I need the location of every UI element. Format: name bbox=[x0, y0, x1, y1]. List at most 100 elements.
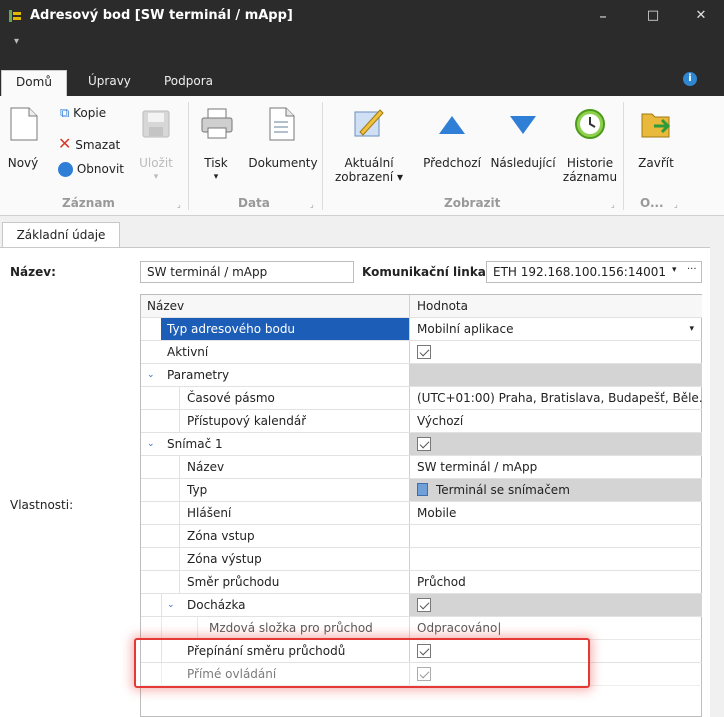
prop-value[interactable]: (UTC+01:00) Praha, Bratislava, Budapešť,… bbox=[409, 387, 702, 409]
terminal-icon bbox=[417, 483, 428, 496]
properties-label: Vlastnosti: bbox=[10, 498, 74, 512]
prop-name: Typ bbox=[187, 483, 208, 497]
prop-value[interactable] bbox=[409, 525, 702, 547]
documents-button[interactable]: Dokumenty bbox=[248, 102, 318, 184]
comm-line-dropdown-icon[interactable]: ▾ bbox=[672, 265, 677, 275]
name-label: Název: bbox=[10, 265, 56, 279]
ribbon: Nový ⧉ Kopie ✕ Smazat Obnovit Uložit ▾ Z… bbox=[0, 96, 724, 216]
delete-button[interactable]: ✕ Smazat bbox=[58, 134, 120, 153]
info-icon[interactable]: i bbox=[683, 72, 697, 86]
next-button-label: Následující bbox=[490, 156, 556, 170]
comm-line-value: ETH 192.168.100.156:14001 bbox=[493, 265, 667, 279]
tab-domu[interactable]: Domů bbox=[1, 70, 67, 96]
prop-value[interactable]: Terminál se snímačem bbox=[409, 479, 702, 501]
expand-chevron-icon[interactable]: ⌄ bbox=[167, 594, 175, 616]
maximize-button[interactable]: □ bbox=[630, 0, 676, 32]
copy-button[interactable]: ⧉ Kopie bbox=[60, 106, 106, 121]
grid-row[interactable]: Hlášení Mobile bbox=[141, 502, 702, 525]
prop-value[interactable] bbox=[409, 548, 702, 570]
qat-dropdown-icon[interactable]: ▾ bbox=[14, 36, 19, 47]
grid-row[interactable]: ⌄ Docházka bbox=[141, 594, 702, 617]
prop-value-dropdown[interactable]: Mobilní aplikace ▾ bbox=[409, 318, 702, 340]
grid-row[interactable]: Aktivní bbox=[141, 341, 702, 364]
grid-row[interactable]: Směr průchodu Průchod bbox=[141, 571, 702, 594]
prop-value[interactable]: Mobile bbox=[409, 502, 702, 524]
prop-value[interactable]: SW terminál / mApp bbox=[409, 456, 702, 478]
checkbox-checked-icon[interactable] bbox=[417, 436, 431, 451]
comm-line-select[interactable]: ETH 192.168.100.156:14001 bbox=[486, 261, 702, 283]
grid-row[interactable]: ⌄ Parametry bbox=[141, 364, 702, 387]
prop-value-text: Terminál se snímačem bbox=[436, 483, 570, 497]
checkbox-checked-icon[interactable] bbox=[417, 597, 431, 612]
prop-value[interactable]: Výchozí bbox=[409, 410, 702, 432]
grid-row[interactable]: Typ Terminál se snímačem bbox=[141, 479, 702, 502]
prop-name: Název bbox=[187, 460, 225, 474]
comm-line-ellipsis-button[interactable]: ··· bbox=[687, 264, 697, 275]
grid-row[interactable]: Název SW terminál / mApp bbox=[141, 456, 702, 479]
close-button[interactable]: ✕ bbox=[678, 0, 724, 32]
grid-row[interactable]: Přístupový kalendář Výchozí bbox=[141, 410, 702, 433]
folder-exit-icon bbox=[641, 113, 671, 138]
grid-row[interactable]: Časové pásmo (UTC+01:00) Praha, Bratisla… bbox=[141, 387, 702, 410]
group-separator bbox=[188, 102, 189, 210]
prop-name: Směr průchodu bbox=[187, 575, 280, 589]
print-button-label: Tisk bbox=[204, 156, 228, 170]
grid-row[interactable]: Zóna výstup bbox=[141, 548, 702, 571]
save-button[interactable]: Uložit ▾ bbox=[136, 102, 176, 184]
prop-value-checkbox[interactable] bbox=[409, 433, 702, 455]
delete-icon: ✕ bbox=[58, 134, 72, 153]
printer-icon bbox=[201, 108, 233, 139]
scrollbar[interactable] bbox=[710, 247, 724, 717]
view-edit-icon bbox=[354, 109, 384, 137]
expand-chevron-icon[interactable]: ⌄ bbox=[147, 433, 155, 455]
refresh-button[interactable]: Obnovit bbox=[58, 162, 124, 177]
close-record-label: Zavřít bbox=[638, 156, 674, 170]
current-view-button[interactable]: Aktuální zobrazení ▾ bbox=[332, 102, 406, 184]
prop-value[interactable]: Odpracováno| bbox=[409, 617, 702, 639]
name-input[interactable]: SW terminál / mApp bbox=[140, 261, 354, 283]
prop-value-checkbox[interactable] bbox=[409, 594, 702, 616]
tab-zakladni-udaje[interactable]: Základní údaje bbox=[2, 222, 120, 248]
zaznam-launcher-icon[interactable]: ⌟ bbox=[177, 200, 181, 209]
copy-button-label: Kopie bbox=[73, 106, 107, 120]
checkbox-checked-icon[interactable] bbox=[417, 344, 431, 359]
history-button[interactable]: Historie záznamu bbox=[562, 102, 618, 184]
arrow-down-icon bbox=[510, 116, 536, 134]
next-button[interactable]: Následující bbox=[488, 102, 558, 184]
title-bar: Adresový bod [SW terminál / mApp] – □ ✕ bbox=[0, 0, 724, 32]
prop-name: Hlášení bbox=[187, 506, 232, 520]
column-header-value[interactable]: Hodnota bbox=[409, 295, 702, 317]
close-record-button[interactable]: Zavřít bbox=[630, 102, 682, 184]
save-button-label: Uložit bbox=[139, 156, 173, 170]
window-title: Adresový bod [SW terminál / mApp] bbox=[30, 8, 293, 23]
grid-row[interactable]: Zóna vstup bbox=[141, 525, 702, 548]
new-button[interactable]: Nový bbox=[4, 102, 42, 182]
prop-value-text: Odpracováno bbox=[417, 621, 498, 635]
data-launcher-icon[interactable]: ⌟ bbox=[310, 200, 314, 209]
column-header-name[interactable]: Název bbox=[147, 295, 184, 317]
zobrazit-launcher-icon[interactable]: ⌟ bbox=[611, 200, 615, 209]
delete-button-label: Smazat bbox=[75, 138, 121, 152]
expand-chevron-icon[interactable]: ⌄ bbox=[147, 364, 155, 386]
current-view-label-1: Aktuální bbox=[344, 156, 394, 170]
print-button[interactable]: Tisk ▾ bbox=[196, 102, 236, 184]
prop-value-empty bbox=[409, 364, 702, 386]
minimize-button[interactable]: – bbox=[580, 0, 626, 32]
other-launcher-icon[interactable]: ⌟ bbox=[674, 200, 678, 209]
grid-row[interactable]: ⌄ Snímač 1 bbox=[141, 433, 702, 456]
tab-upravy[interactable]: Úpravy bbox=[76, 70, 143, 96]
tab-podpora[interactable]: Podpora bbox=[152, 70, 225, 96]
group-label-zaznam: Záznam bbox=[62, 196, 115, 210]
chevron-down-icon[interactable]: ▾ bbox=[689, 318, 694, 340]
new-button-label: Nový bbox=[7, 156, 39, 170]
copy-icon: ⧉ bbox=[60, 106, 70, 121]
prop-value-checkbox[interactable] bbox=[409, 341, 702, 363]
prop-value[interactable]: Průchod bbox=[409, 571, 702, 593]
prop-category: Docházka bbox=[187, 598, 246, 612]
documents-button-label: Dokumenty bbox=[248, 156, 318, 170]
previous-button[interactable]: Předchozí bbox=[420, 102, 484, 184]
grid-row[interactable]: Mzdová složka pro průchod Odpracováno| bbox=[141, 617, 702, 640]
new-document-icon bbox=[10, 107, 38, 141]
grid-row[interactable]: Typ adresového bodu Mobilní aplikace ▾ bbox=[141, 318, 702, 341]
group-label-zobrazit: Zobrazit bbox=[444, 196, 501, 210]
